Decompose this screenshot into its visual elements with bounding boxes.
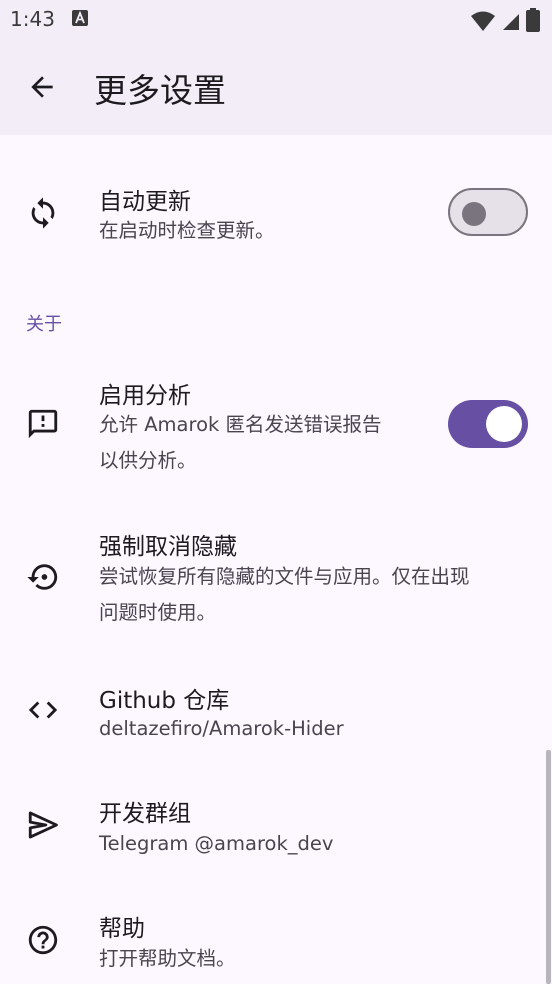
toggle-knob <box>486 406 522 442</box>
analytics-subtitle-line2: 以供分析。 <box>99 449 197 472</box>
help-title: 帮助 <box>99 916 145 942</box>
auto-update-title: 自动更新 <box>99 189 191 215</box>
auto-update-toggle[interactable] <box>448 188 528 236</box>
signal-icon <box>502 14 519 30</box>
dev-group-title: 开发群组 <box>99 801 191 827</box>
send-icon <box>28 811 58 839</box>
feedback-icon <box>28 409 58 439</box>
force-unhide-subtitle-line2: 问题时使用。 <box>99 601 217 624</box>
notification-icon <box>72 10 88 26</box>
auto-update-row[interactable]: 自动更新 在启动时检查更新。 <box>0 160 552 270</box>
code-icon <box>28 701 58 719</box>
github-title: Github 仓库 <box>99 688 230 714</box>
analytics-row[interactable]: 启用分析 允许 Amarok 匿名发送错误报告 以供分析。 <box>0 360 552 488</box>
status-time: 1:43 <box>10 7 55 31</box>
github-row[interactable]: Github 仓库 deltazefiro/Amarok-Hider <box>0 665 552 765</box>
analytics-toggle[interactable] <box>448 400 528 448</box>
github-subtitle: deltazefiro/Amarok-Hider <box>99 717 344 740</box>
analytics-title: 启用分析 <box>99 383 191 409</box>
analytics-subtitle-line1: 允许 Amarok 匿名发送错误报告 <box>99 413 382 436</box>
page-title: 更多设置 <box>94 71 226 110</box>
dev-group-row[interactable]: 开发群组 Telegram @amarok_dev <box>0 780 552 880</box>
force-unhide-subtitle-line1: 尝试恢复所有隐藏的文件与应用。仅在出现 <box>99 565 470 588</box>
app-bar: 更多设置 <box>0 38 552 135</box>
restore-icon <box>27 564 58 590</box>
help-row[interactable]: 帮助 打开帮助文档。 <box>0 895 552 984</box>
status-bar: 1:43 <box>0 0 552 38</box>
help-subtitle: 打开帮助文档。 <box>99 947 236 970</box>
force-unhide-title: 强制取消隐藏 <box>99 534 237 560</box>
wifi-icon <box>470 11 495 31</box>
battery-icon <box>526 8 540 32</box>
force-unhide-row[interactable]: 强制取消隐藏 尝试恢复所有隐藏的文件与应用。仅在出现 问题时使用。 <box>0 515 552 643</box>
sync-icon <box>31 197 55 229</box>
status-icons <box>470 8 540 36</box>
back-arrow-icon[interactable] <box>26 71 58 103</box>
toggle-knob <box>462 202 486 226</box>
auto-update-subtitle: 在启动时检查更新。 <box>99 219 275 242</box>
scrollbar[interactable] <box>546 750 551 984</box>
help-icon <box>28 925 58 955</box>
section-header-about: 关于 <box>26 314 62 335</box>
dev-group-subtitle: Telegram @amarok_dev <box>99 832 334 855</box>
